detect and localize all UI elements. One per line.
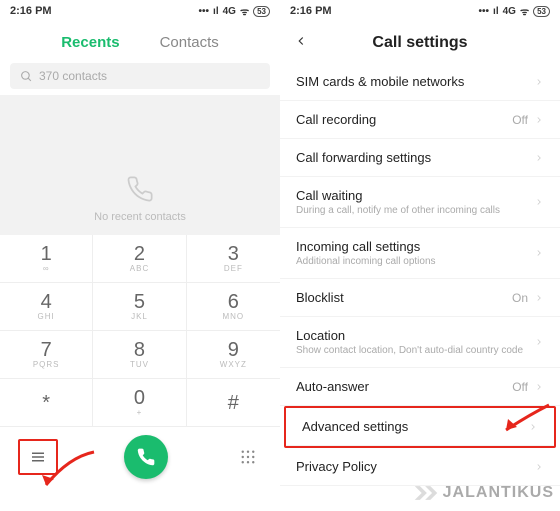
settings-item[interactable]: Privacy Policy [280, 448, 560, 486]
menu-icon [29, 448, 47, 466]
highlight-advanced: Advanced settings [284, 406, 556, 448]
search-icon [20, 70, 33, 83]
call-button[interactable] [124, 435, 168, 479]
settings-item[interactable]: Advanced settings [286, 408, 554, 446]
settings-item[interactable]: BlocklistOn [280, 279, 560, 317]
key-3[interactable]: 3DEF [187, 235, 280, 283]
status-time: 2:16 PM [290, 5, 332, 17]
key-0[interactable]: 0+ [93, 379, 186, 427]
key-1[interactable]: 1∞ [0, 235, 93, 283]
chevron-right-icon [534, 337, 544, 347]
phone-icon [126, 175, 154, 203]
header: Call settings [280, 22, 560, 63]
highlight-menu [18, 439, 58, 475]
status-bar: 2:16 PM •••ıl4Gᯤ53 [280, 0, 560, 22]
dialpad-button[interactable] [234, 443, 262, 471]
status-bar: 2:16 PM •••ıl4Gᯤ53 [0, 0, 280, 22]
status-icons: •••ıl4Gᯤ53 [479, 4, 550, 18]
tab-recents[interactable]: Recents [61, 34, 119, 51]
chevron-right-icon [534, 248, 544, 258]
settings-item[interactable]: LocationShow contact location, Don't aut… [280, 317, 560, 368]
settings-item[interactable]: Call forwarding settings [280, 139, 560, 177]
key-6[interactable]: 6MNO [187, 283, 280, 331]
status-time: 2:16 PM [10, 5, 52, 17]
empty-state: No recent contacts [0, 95, 280, 235]
chevron-right-icon [534, 382, 544, 392]
watermark: JALANTIKUS [413, 483, 554, 503]
menu-button[interactable] [24, 443, 52, 471]
key-#[interactable]: # [187, 379, 280, 427]
settings-item[interactable]: Call waitingDuring a call, notify me of … [280, 177, 560, 228]
key-2[interactable]: 2ABC [93, 235, 186, 283]
key-*[interactable]: * [0, 379, 93, 427]
tabs: Recents Contacts [0, 22, 280, 63]
back-button[interactable] [294, 32, 308, 53]
chevron-right-icon [534, 77, 544, 87]
chevron-left-icon [294, 34, 308, 48]
settings-item[interactable]: Auto-answerOff [280, 368, 560, 406]
chevron-right-icon [528, 422, 538, 432]
key-8[interactable]: 8TUV [93, 331, 186, 379]
tab-contacts[interactable]: Contacts [160, 34, 219, 51]
settings-item[interactable]: Incoming call settingsAdditional incomin… [280, 228, 560, 279]
chevron-right-icon [534, 153, 544, 163]
settings-list: SIM cards & mobile networksCall recordin… [280, 63, 560, 486]
chevron-right-icon [534, 115, 544, 125]
call-settings-screen: 2:16 PM •••ıl4Gᯤ53 Call settings SIM car… [280, 0, 560, 511]
key-4[interactable]: 4GHI [0, 283, 93, 331]
search-placeholder: 370 contacts [39, 69, 107, 83]
bottom-bar [0, 427, 280, 487]
status-icons: •••ıl4Gᯤ53 [199, 4, 270, 18]
key-5[interactable]: 5JKL [93, 283, 186, 331]
dialer-screen: 2:16 PM •••ıl4Gᯤ53 Recents Contacts 370 … [0, 0, 280, 511]
chevron-right-icon [534, 293, 544, 303]
settings-item[interactable]: SIM cards & mobile networks [280, 63, 560, 101]
key-9[interactable]: 9WXYZ [187, 331, 280, 379]
keypad: 1∞2ABC3DEF 4GHI5JKL6MNO 7PQRS8TUV9WXYZ *0+# [0, 235, 280, 427]
phone-fill-icon [136, 447, 156, 467]
watermark-icon [413, 483, 439, 503]
page-title: Call settings [280, 34, 560, 52]
chevron-right-icon [534, 197, 544, 207]
dialpad-icon [239, 448, 257, 466]
key-7[interactable]: 7PQRS [0, 331, 93, 379]
settings-item[interactable]: Call recordingOff [280, 101, 560, 139]
search-input[interactable]: 370 contacts [10, 63, 270, 89]
chevron-right-icon [534, 462, 544, 472]
